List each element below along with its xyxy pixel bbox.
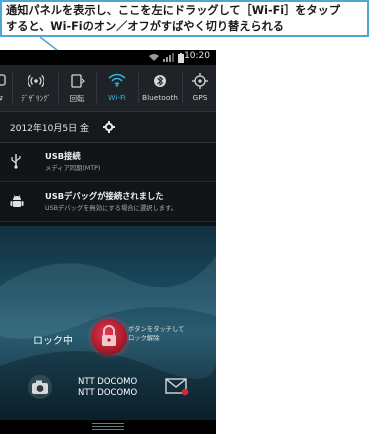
unlock-hint: ボタンをタッチして ロック解除 (128, 326, 185, 342)
quick-settings-bar: タ ﾃﾞｻﾞﾘﾝｸﾞ 回転 (0, 65, 216, 112)
drag-handle-icon[interactable] (92, 423, 124, 430)
wifi-status-icon (149, 54, 159, 61)
phone-screen: 10:20 タ ﾃﾞｻﾞﾘﾝｸﾞ 回転 (0, 50, 216, 434)
quick-setting-bluetooth[interactable]: Bluetooth (138, 65, 182, 111)
carrier-name: NTT DOCOMO NTT DOCOMO (78, 377, 138, 398)
date-row: 2012年10月5日 金 (0, 112, 216, 143)
status-time: 10:20 (184, 51, 210, 61)
callout-line-1: 通知パネルを表示し、ここを左にドラッグして［Wi-Fi］をタップ (6, 4, 341, 17)
status-bar: 10:20 (0, 50, 216, 65)
notification-subtitle: メディア同期(MTP) (45, 165, 101, 172)
date-text: 2012年10月5日 金 (10, 124, 89, 134)
callout-line-2: すると、Wi-Fiのオン／オフがすばやく切り替えられる (6, 20, 284, 33)
gps-icon (192, 73, 208, 89)
quick-setting-label: ﾃﾞｻﾞﾘﾝｸﾞ (21, 94, 51, 103)
settings-gear-icon[interactable] (103, 121, 115, 133)
notification-subtitle: USBデバッグを無効にする場合に選択します。 (45, 205, 177, 212)
quick-setting-label: タ (0, 93, 10, 104)
quick-setting-rotate[interactable]: 回転 (58, 65, 96, 111)
divider (12, 73, 13, 103)
camera-shortcut[interactable] (27, 374, 53, 404)
notification-usb-debug[interactable]: USBデバッグが接続されました USBデバッグを無効にする場合に選択します。 (0, 183, 216, 222)
quick-setting-tethering[interactable]: ﾃﾞｻﾞﾘﾝｸﾞ (14, 65, 58, 111)
mail-shortcut[interactable] (165, 376, 189, 400)
quick-setting-wifi[interactable]: Wi-Fi (96, 65, 138, 111)
lock-status-text: ロック中 (33, 336, 73, 347)
padlock-icon (102, 325, 116, 346)
quick-setting-label: Bluetooth (142, 93, 178, 102)
quick-setting-gps[interactable]: GPS (184, 65, 216, 111)
rotate-icon (71, 74, 85, 88)
android-icon (10, 195, 24, 207)
camera-icon (28, 375, 52, 399)
tethering-icon (28, 74, 44, 88)
mail-icon (165, 378, 189, 396)
notification-title: USB接続 (45, 151, 81, 161)
panel-drag-handle-bar[interactable] (0, 420, 216, 434)
callout-text: 通知パネルを表示し、ここを左にドラッグして［Wi-Fi］をタップ すると、Wi-… (0, 0, 369, 37)
bluetooth-icon (154, 75, 166, 87)
quick-setting-cut-off[interactable]: タ (0, 65, 10, 111)
cut-off-icon (0, 74, 6, 86)
usb-icon (11, 154, 21, 169)
quick-setting-label: GPS (192, 93, 208, 102)
quick-setting-label: 回転 (69, 94, 85, 103)
notification-title: USBデバッグが接続されました (45, 191, 164, 201)
notification-usb[interactable]: USB接続 メディア同期(MTP) (0, 143, 216, 182)
divider (182, 73, 183, 103)
wifi-icon (108, 73, 126, 87)
signal-icon (163, 53, 174, 62)
unlock-button[interactable] (91, 319, 127, 355)
page-background (216, 37, 369, 434)
quick-setting-label: Wi-Fi (108, 93, 126, 102)
